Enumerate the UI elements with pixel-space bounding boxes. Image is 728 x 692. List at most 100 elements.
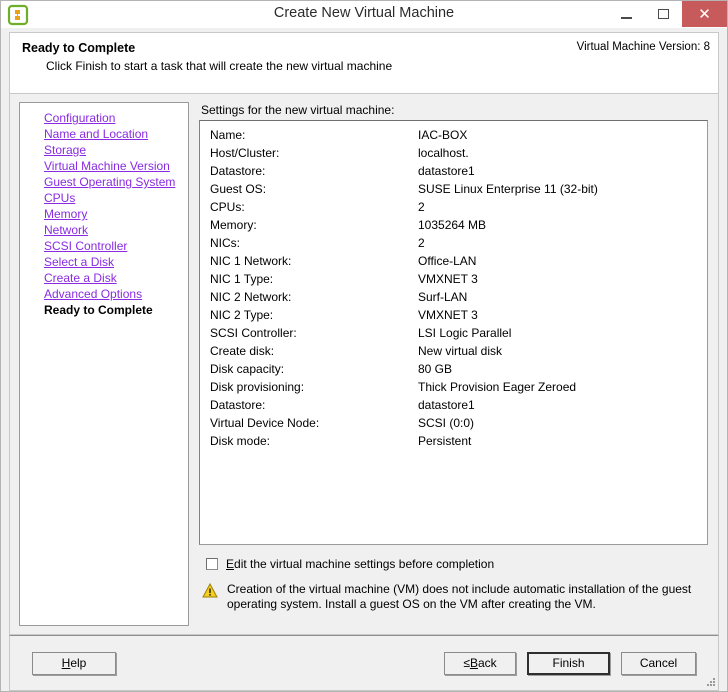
setting-value: 2 bbox=[418, 236, 425, 250]
summary-panel: Settings for the new virtual machine: Na… bbox=[199, 102, 708, 626]
minimize-button[interactable] bbox=[608, 1, 645, 27]
setting-value: Thick Provision Eager Zeroed bbox=[418, 380, 577, 394]
finish-button[interactable]: Finish bbox=[527, 651, 610, 675]
title-bar: Create New Virtual Machine ✕ bbox=[1, 1, 727, 28]
wizard-step-label: Advanced Options bbox=[44, 287, 143, 301]
setting-key: Host/Cluster: bbox=[210, 146, 280, 160]
setting-row: Guest OS: SUSE Linux Enterprise 11 (32-bi… bbox=[200, 180, 707, 198]
setting-row: Disk mode: Persistent bbox=[200, 432, 707, 450]
wizard-step-scsi-controller[interactable]: SCSI Controller bbox=[20, 238, 188, 254]
cancel-button[interactable]: Cancel bbox=[621, 651, 696, 675]
setting-key: Create disk: bbox=[210, 344, 275, 358]
maximize-icon bbox=[658, 9, 669, 19]
page-title: Ready to Complete bbox=[22, 41, 136, 55]
setting-value: VMXNET 3 bbox=[418, 272, 478, 286]
setting-row: Host/Cluster: localhost. bbox=[200, 144, 707, 162]
setting-value: SCSI (0:0) bbox=[418, 416, 475, 430]
setting-row: Disk capacity: 80 GB bbox=[200, 360, 707, 378]
wizard-step-advanced-options[interactable]: Advanced Options bbox=[20, 286, 188, 302]
setting-key: Datastore: bbox=[210, 164, 266, 178]
back-button[interactable]: ≤ Back bbox=[444, 651, 516, 675]
create-new-virtual-machine-window: Create New Virtual Machine ✕ Ready to Co… bbox=[0, 0, 728, 692]
wizard-step-virtual-machine-version[interactable]: Virtual Machine Version bbox=[20, 158, 188, 174]
settings-list-label: Settings for the new virtual machine: bbox=[201, 103, 395, 117]
setting-row: Memory: 1035264 MB bbox=[200, 216, 707, 234]
wizard-body: Configuration Name and Location Storage Vir… bbox=[9, 94, 719, 635]
vm-version-label: Virtual Machine Version: 8 bbox=[576, 41, 710, 53]
wizard-step-label: Storage bbox=[44, 143, 87, 157]
wizard-step-label: Create a Disk bbox=[44, 271, 117, 285]
setting-key: Disk mode: bbox=[210, 434, 271, 448]
setting-key: NIC 2 Type: bbox=[210, 308, 274, 322]
settings-list[interactable]: Name: IAC-BOX Host/Cluster: localhost. Datas… bbox=[199, 120, 708, 545]
close-button[interactable]: ✕ bbox=[682, 1, 727, 27]
accelerator-char: H bbox=[61, 656, 71, 670]
setting-key: NIC 1 Type: bbox=[210, 272, 274, 286]
wizard-step-label: SCSI Controller bbox=[44, 239, 128, 253]
setting-value: LSI Logic Parallel bbox=[418, 326, 512, 340]
resize-grip-icon[interactable] bbox=[703, 676, 716, 689]
setting-value: VMXNET 3 bbox=[418, 308, 478, 322]
wizard-step-network[interactable]: Network bbox=[20, 222, 188, 238]
warning-row: Creation of the virtual machine (VM) doe… bbox=[199, 582, 708, 612]
setting-value: 80 GB bbox=[418, 362, 453, 376]
setting-key: Disk capacity: bbox=[210, 362, 285, 376]
setting-row: NIC 1 Network: Office-LAN bbox=[200, 252, 707, 270]
setting-row: Virtual Device Node: SCSI (0:0) bbox=[200, 414, 707, 432]
footer-button-group: ≤ Back Finish Cancel bbox=[444, 651, 696, 675]
setting-value: SUSE Linux Enterprise 11 (32-bit) bbox=[418, 182, 598, 196]
setting-key: Name: bbox=[210, 128, 246, 142]
vmware-vm-icon bbox=[7, 4, 29, 26]
wizard-step-label: Network bbox=[44, 223, 89, 237]
setting-value: 1035264 MB bbox=[418, 218, 487, 232]
setting-row: Disk provisioning: Thick Provision Eager … bbox=[200, 378, 707, 396]
accelerator-char: E bbox=[226, 557, 235, 571]
wizard-step-configuration[interactable]: Configuration bbox=[20, 110, 188, 126]
wizard-step-label: Guest Operating System bbox=[44, 175, 176, 189]
warning-triangle-icon bbox=[202, 582, 218, 598]
wizard-step-select-a-disk[interactable]: Select a Disk bbox=[20, 254, 188, 270]
wizard-step-label: Ready to Complete bbox=[44, 303, 153, 317]
setting-row: NIC 1 Type: VMXNET 3 bbox=[200, 270, 707, 288]
wizard-step-list: Configuration Name and Location Storage Vir… bbox=[19, 102, 189, 626]
edit-settings-row: Edit the virtual machine settings before… bbox=[199, 555, 708, 573]
setting-key: NIC 2 Network: bbox=[210, 290, 292, 304]
help-button[interactable]: Help bbox=[32, 651, 116, 675]
setting-row: Name: IAC-BOX bbox=[200, 126, 707, 144]
edit-settings-label: Edit the virtual machine settings before… bbox=[226, 557, 495, 571]
setting-value: IAC-BOX bbox=[418, 128, 468, 142]
wizard-step-name-and-location[interactable]: Name and Location bbox=[20, 126, 188, 142]
page-subtitle: Click Finish to start a task that will c… bbox=[46, 59, 393, 73]
wizard-step-label: Name and Location bbox=[44, 127, 149, 141]
wizard-header: Ready to Complete Click Finish to start … bbox=[9, 32, 719, 94]
setting-key: Virtual Device Node: bbox=[210, 416, 320, 430]
wizard-step-cpus[interactable]: CPUs bbox=[20, 190, 188, 206]
accelerator-char: B bbox=[469, 656, 478, 670]
setting-row: SCSI Controller: LSI Logic Parallel bbox=[200, 324, 707, 342]
setting-key: Guest OS: bbox=[210, 182, 267, 196]
wizard-step-memory[interactable]: Memory bbox=[20, 206, 188, 222]
setting-key: NICs: bbox=[210, 236, 240, 250]
setting-value: datastore1 bbox=[418, 398, 475, 412]
setting-value: datastore1 bbox=[418, 164, 475, 178]
setting-row: NIC 2 Type: VMXNET 3 bbox=[200, 306, 707, 324]
setting-key: NIC 1 Network: bbox=[210, 254, 292, 268]
wizard-step-storage[interactable]: Storage bbox=[20, 142, 188, 158]
setting-row: Datastore: datastore1 bbox=[200, 162, 707, 180]
setting-row: Create disk: New virtual disk bbox=[200, 342, 707, 360]
wizard-step-label: Configuration bbox=[44, 111, 116, 125]
setting-row: NIC 2 Network: Surf-LAN bbox=[200, 288, 707, 306]
maximize-button[interactable] bbox=[645, 1, 682, 27]
setting-row: CPUs: 2 bbox=[200, 198, 707, 216]
wizard-step-label: Select a Disk bbox=[44, 255, 115, 269]
wizard-step-guest-operating-system[interactable]: Guest Operating System bbox=[20, 174, 188, 190]
window-controls: ✕ bbox=[608, 1, 727, 27]
setting-row: NICs: 2 bbox=[200, 234, 707, 252]
wizard-step-label: Memory bbox=[44, 207, 88, 221]
warning-text: Creation of the virtual machine (VM) doe… bbox=[227, 582, 692, 611]
wizard-step-create-a-disk[interactable]: Create a Disk bbox=[20, 270, 188, 286]
edit-settings-checkbox[interactable] bbox=[206, 558, 218, 570]
close-icon: ✕ bbox=[698, 5, 711, 23]
setting-value: Persistent bbox=[418, 434, 472, 448]
wizard-step-ready-to-complete: Ready to Complete bbox=[20, 302, 188, 318]
